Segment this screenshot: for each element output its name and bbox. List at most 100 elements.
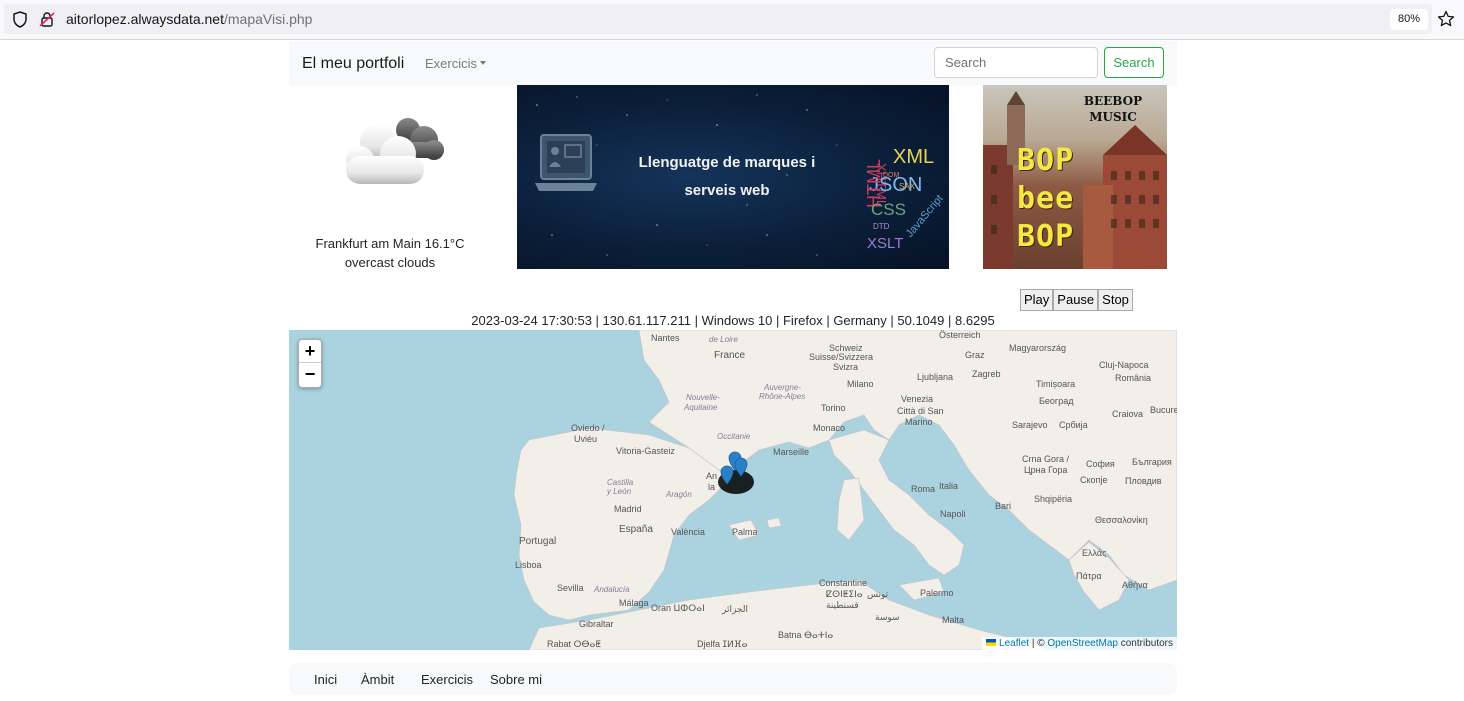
map-label: la: [708, 482, 716, 492]
nav-link-ambit[interactable]: Àmbit: [361, 672, 394, 687]
tech-wordcloud: XHTML XML JSON HTML CSS JavaScript XSLT …: [864, 146, 943, 252]
map-label: Zagreb: [972, 369, 1001, 379]
map-label: Svizra: [833, 362, 859, 372]
weather-description: overcast clouds: [344, 255, 436, 270]
map-label: de Loire: [709, 335, 738, 344]
map-label: Constantine: [819, 578, 868, 588]
map-label: Città di San: [897, 406, 944, 416]
map-label: Magyarország: [1009, 343, 1067, 353]
leaflet-map[interactable]: + − Nantes France de Loire Nouvelle- Aqu…: [289, 330, 1177, 650]
map-label: Lisboa: [515, 560, 542, 570]
music-poster-image[interactable]: BEEBOP MUSIC BOP bee BOP: [983, 85, 1167, 269]
bookmark-star-icon[interactable]: [1437, 10, 1455, 28]
map-label: Oviedo /: [571, 423, 605, 433]
url-text[interactable]: aitorlopez.alwaysdata.net/mapaVisi.php: [66, 11, 312, 27]
map-label: تونس: [867, 589, 889, 599]
map-label: Rhône-Alpes: [759, 392, 806, 401]
map-label: София: [1086, 459, 1115, 469]
caret-down-icon: [480, 61, 487, 65]
nav-link-sobre-mi[interactable]: Sobre mi: [490, 672, 542, 687]
exercicis-dropdown[interactable]: Exercicis: [425, 56, 487, 71]
map-label: България: [1132, 457, 1172, 467]
browser-toolbar: aitorlopez.alwaysdata.net/mapaVisi.php 8…: [0, 0, 1464, 40]
map-label: Venezia: [901, 394, 934, 404]
map-label: Malta: [942, 615, 965, 625]
laptop-teacher-icon: [535, 134, 597, 191]
map-label: Auvergne-: [764, 383, 801, 392]
map-label: Θεσσαλονίκη: [1095, 515, 1148, 525]
navbar-brand[interactable]: El meu portfoli: [302, 55, 404, 73]
banner-title-line1: Llenguatge de marques i: [638, 154, 816, 171]
map-label: Sarajevo: [1012, 420, 1048, 430]
pause-button[interactable]: Pause: [1053, 289, 1099, 311]
map-label: Occitanie: [717, 432, 751, 441]
map-label: Србија: [1059, 420, 1088, 430]
wordcloud-word: DTD: [873, 222, 890, 231]
wordcloud-word: CSS: [871, 200, 906, 219]
play-button[interactable]: Play: [1020, 289, 1054, 311]
nav-link-exercicis[interactable]: Exercicis: [421, 672, 473, 687]
map-label: România: [1115, 373, 1152, 383]
map-label: Bucure: [1150, 405, 1177, 415]
map-label: Portugal: [519, 536, 557, 547]
map-label: Castilla: [607, 478, 634, 487]
visit-info-text: 2023-03-24 17:30:53 | 130.61.117.211 | W…: [471, 313, 995, 328]
map-label: Palma: [732, 527, 758, 537]
map-label: Torino: [821, 403, 846, 413]
course-banner-image[interactable]: Llenguatge de marques i serveis web XHTM…: [517, 85, 949, 269]
map-tiles: [513, 330, 1177, 650]
map-label: Graz: [965, 350, 985, 360]
poster-label: BEEBOP MUSIC: [1073, 93, 1153, 125]
nav-link-inici[interactable]: Inici: [314, 672, 337, 687]
wordcloud-word: XML: [893, 146, 934, 168]
map-label: Nouvelle-: [686, 393, 720, 402]
url-domain: aitorlopez.alwaysdata.net: [66, 11, 224, 27]
map-label: Aragón: [666, 490, 692, 499]
map-label: Craiova: [1112, 409, 1144, 419]
map-label: Oran ⵡⵀⵔⴰⵏ: [651, 603, 705, 613]
poster-label-line2: MUSIC: [1089, 110, 1137, 124]
overcast-clouds-icon: [346, 118, 444, 184]
search-input[interactable]: [934, 47, 1098, 78]
map-zoom-control: + −: [298, 339, 322, 388]
map-label: Cluj-Napoca: [1099, 360, 1149, 370]
leaflet-link[interactable]: Leaflet: [999, 638, 1029, 649]
zoom-out-button[interactable]: −: [299, 363, 321, 386]
map-label: Roma: [911, 484, 936, 494]
map-label: Ljubljana: [917, 372, 954, 382]
map-label: Gibraltar: [579, 619, 614, 629]
banner-title: Llenguatge de marques i serveis web: [627, 149, 827, 205]
map-label: France: [714, 350, 746, 361]
poster-word-3: BOP: [1017, 219, 1075, 254]
wordcloud-word: XSLT: [867, 235, 903, 252]
map-label: قسنطينة: [826, 600, 859, 610]
insecure-lock-icon[interactable]: [39, 11, 55, 28]
map-label: Batna ⴱⴰⵜⵏⴰ: [778, 630, 834, 640]
ukraine-flag-icon: [986, 639, 997, 646]
map-label: València: [671, 527, 705, 537]
map-label: Црна Гора: [1024, 465, 1068, 475]
wordcloud-word: DOM: [883, 172, 900, 179]
shield-icon[interactable]: [12, 11, 28, 28]
poster-word-1: BOP: [1017, 143, 1075, 178]
search-button[interactable]: Search: [1104, 47, 1164, 78]
dropdown-label: Exercicis: [425, 56, 478, 71]
site-navbar: El meu portfoli Exercicis Search: [289, 41, 1177, 85]
audio-controls: Play Pause Stop: [1020, 289, 1133, 311]
map-label: سوسة: [875, 612, 900, 622]
map-label: Málaga: [619, 598, 649, 608]
map-label: Скопје: [1080, 475, 1108, 485]
map-label: Marseille: [773, 447, 810, 457]
map-label: Πάτρα: [1076, 571, 1102, 581]
map-label: Ελλάς: [1082, 548, 1107, 558]
map-label: Suisse/Svizzera: [809, 352, 874, 362]
map-label: Madrid: [614, 504, 642, 514]
map-label: Milano: [847, 379, 874, 389]
openstreetmap-link[interactable]: OpenStreetMap: [1047, 638, 1118, 649]
zoom-level-badge[interactable]: 80%: [1390, 9, 1428, 30]
stop-button[interactable]: Stop: [1098, 289, 1133, 311]
footer-nav: Inici Àmbit Exercicis Sobre mi: [289, 663, 1177, 695]
map-label: Marino: [905, 417, 933, 427]
map-label: Djelfa ⵊⵍⴼⴰ: [697, 639, 748, 649]
zoom-in-button[interactable]: +: [299, 340, 321, 363]
